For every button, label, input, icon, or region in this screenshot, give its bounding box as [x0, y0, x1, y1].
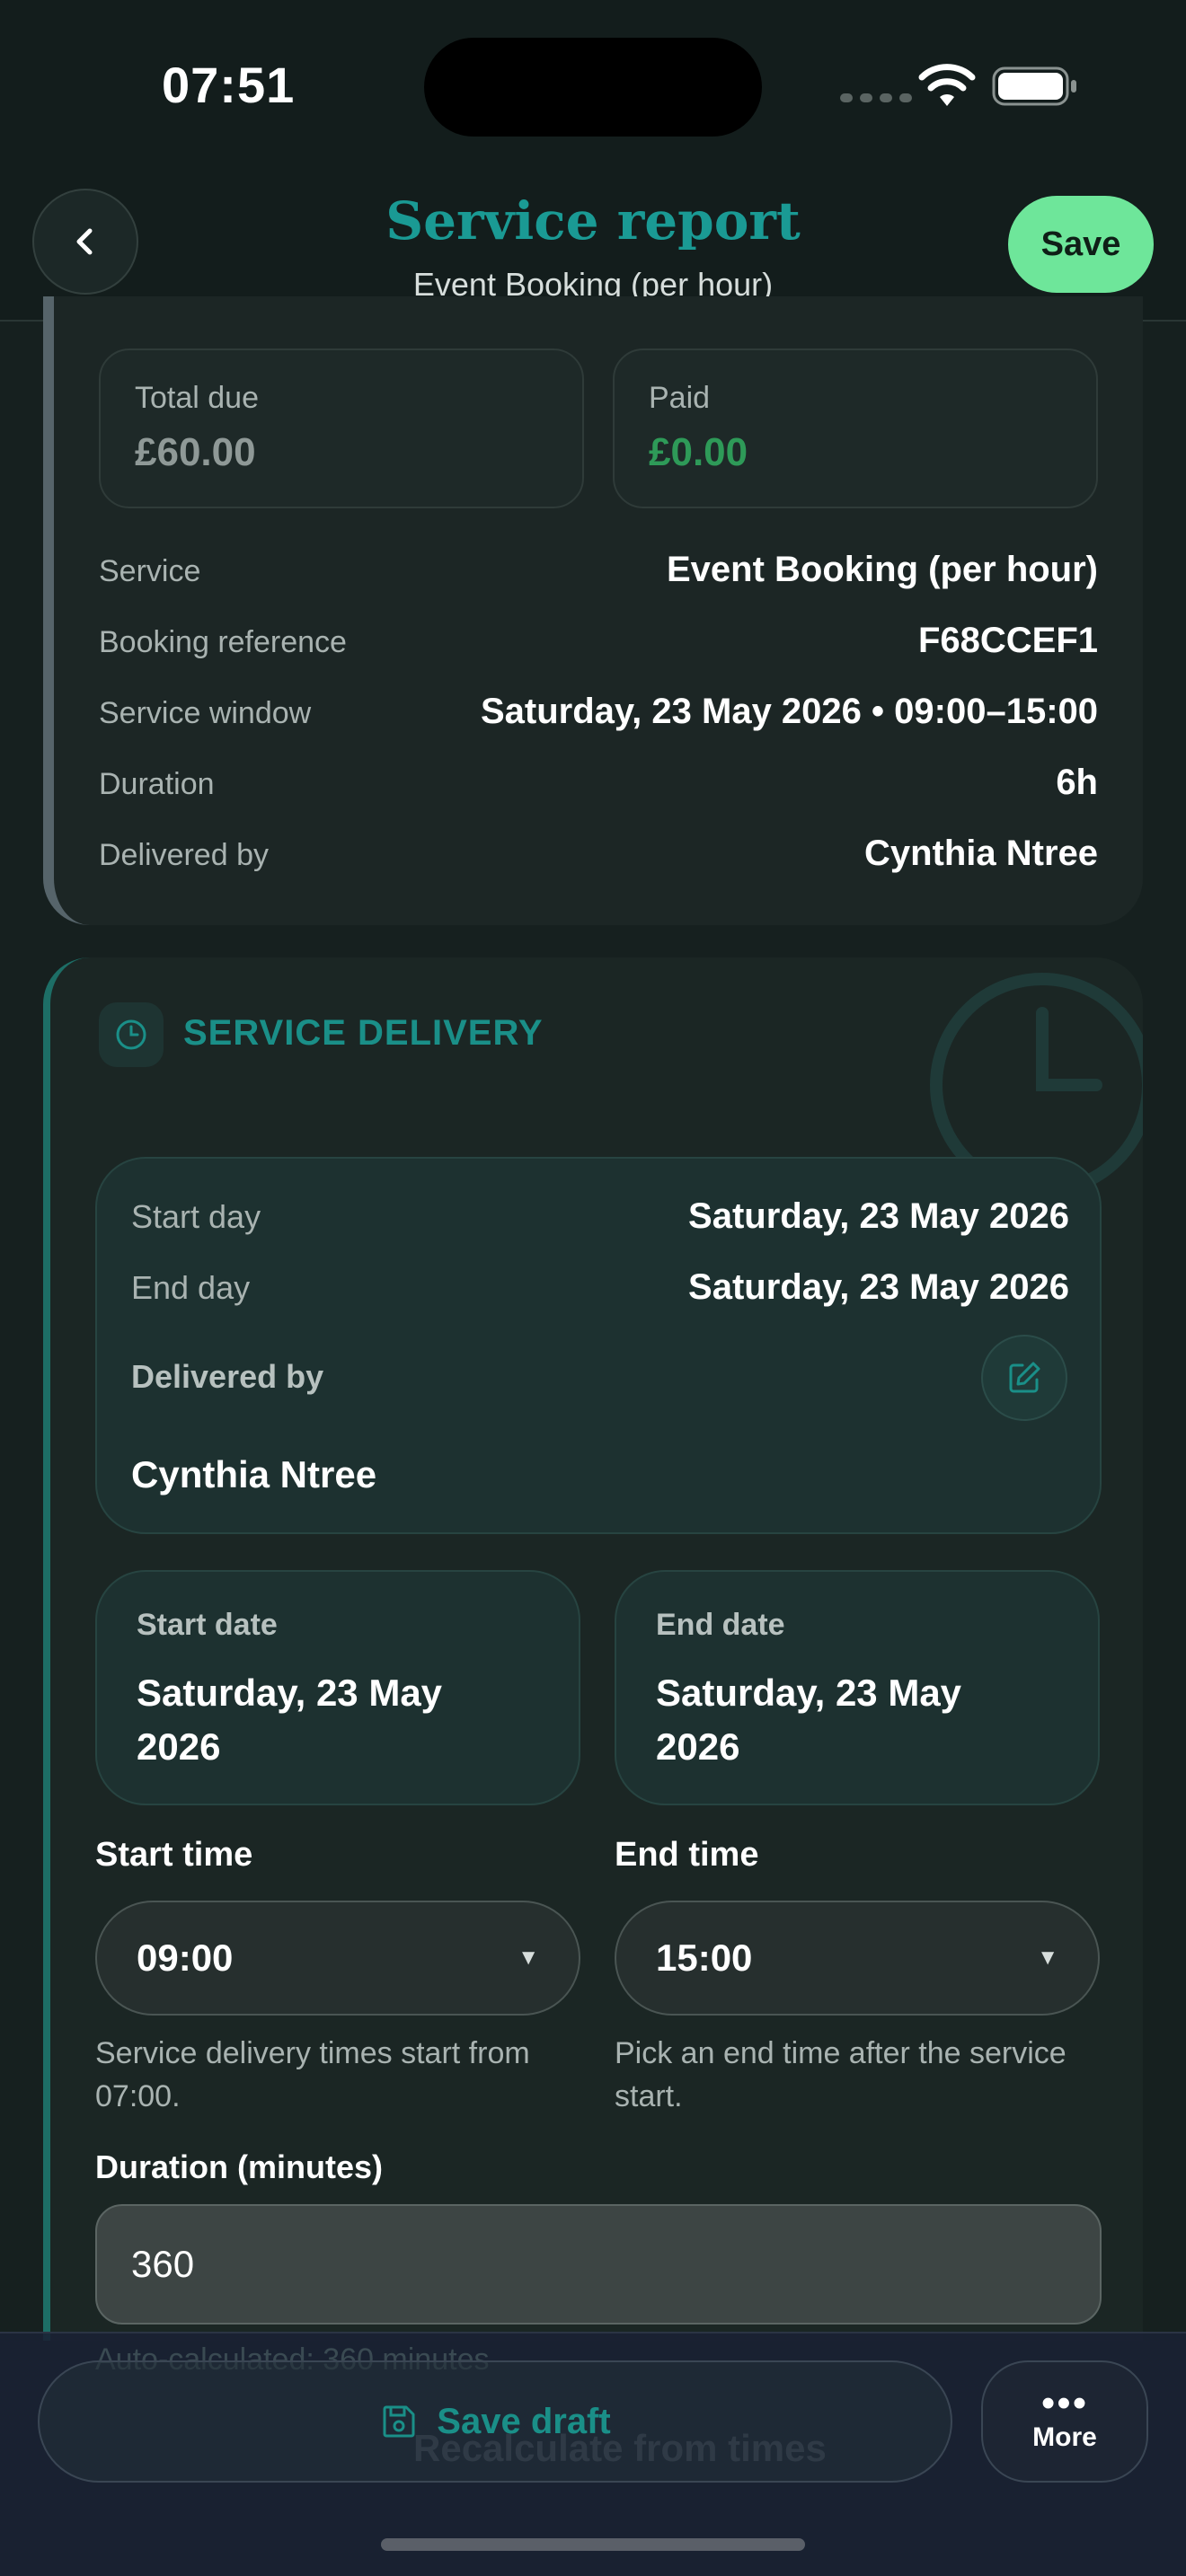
summary-row-service: Service Event Booking (per hour) [99, 550, 1098, 590]
summary-value: F68CCEF1 [917, 621, 1098, 660]
paid-label: Paid [649, 381, 711, 415]
end-date-value: Saturday, 23 May 2026 [656, 1672, 962, 1768]
total-due-card: Total due £60.00 [99, 348, 584, 508]
section-title: SERVICE DELIVERY [183, 1013, 544, 1053]
dropdown-arrow-icon: ▼ [1037, 1945, 1058, 1970]
more-button[interactable]: ••• More [981, 2360, 1148, 2483]
save-button[interactable]: Save [1008, 196, 1154, 293]
end-day-label: End day [131, 1269, 251, 1306]
end-date-card[interactable]: End date Saturday, 23 May 2026 [615, 1570, 1100, 1805]
start-time-select[interactable]: 09:00 ▼ [95, 1901, 580, 2016]
recalculate-from-times-button[interactable]: Recalculate from times [413, 2427, 827, 2470]
end-day-value: Saturday, 23 May 2026 [688, 1267, 1069, 1307]
end-day-row: End day Saturday, 23 May 2026 [131, 1267, 1069, 1308]
status-bar: 07:51 [0, 0, 1186, 180]
summary-label: Duration [99, 767, 215, 801]
summary-row-service-window: Service window Saturday, 23 May 2026 • 0… [99, 692, 1098, 732]
summary-value: Saturday, 23 May 2026 • 09:00–15:00 [480, 692, 1098, 731]
edit-delivered-by-button[interactable] [981, 1335, 1067, 1421]
duration-input[interactable]: 360 [95, 2204, 1102, 2325]
start-time-helper: Service delivery times start from 07:00. [95, 2036, 530, 2113]
paid-card: Paid £0.00 [613, 348, 1098, 508]
dynamic-island [424, 38, 762, 137]
start-day-label: Start day [131, 1198, 261, 1235]
summary-value: Event Booking (per hour) [667, 550, 1098, 589]
cellular-signal-icon [840, 93, 912, 102]
delivered-by-value: Cynthia Ntree [131, 1453, 377, 1495]
battery-icon [992, 66, 1076, 106]
delivered-by-label: Delivered by [131, 1358, 324, 1395]
summary-row-booking-reference: Booking reference F68CCEF1 [99, 621, 1098, 661]
start-date-value: Saturday, 23 May 2026 [137, 1672, 443, 1768]
summary-row-duration: Duration 6h [99, 763, 1098, 803]
start-day-row: Start day Saturday, 23 May 2026 [131, 1196, 1069, 1237]
summary-label: Delivered by [99, 838, 269, 872]
summary-row-delivered-by: Delivered by Cynthia Ntree [99, 834, 1098, 874]
end-time-select[interactable]: 15:00 ▼ [615, 1901, 1100, 2016]
more-dots-icon: ••• [1040, 2381, 1089, 2425]
end-time-label: End time [615, 1836, 759, 1874]
home-indicator [381, 2538, 805, 2551]
wifi-icon [918, 64, 976, 106]
start-date-card[interactable]: Start date Saturday, 23 May 2026 [95, 1570, 580, 1805]
edit-icon [1009, 1362, 1040, 1393]
summary-value: 6h [1056, 763, 1098, 802]
start-day-value: Saturday, 23 May 2026 [688, 1196, 1069, 1236]
paid-value: £0.00 [649, 430, 748, 474]
end-time-value: 15:00 [656, 1936, 753, 1979]
start-time-label: Start time [95, 1836, 253, 1874]
total-due-value: £60.00 [135, 430, 256, 474]
dropdown-arrow-icon: ▼ [518, 1945, 539, 1970]
summary-label: Service window [99, 696, 312, 730]
total-due-label: Total due [135, 381, 259, 415]
start-date-label: Start date [137, 1608, 278, 1642]
service-delivery-card: SERVICE DELIVERY Start day Saturday, 23 … [43, 957, 1143, 2341]
booking-summary-card: Total due £60.00 Paid £0.00 Service Even… [43, 296, 1143, 925]
summary-label: Service [99, 554, 201, 588]
status-time: 07:51 [162, 57, 296, 113]
clock-icon [99, 1002, 164, 1067]
duration-label: Duration (minutes) [95, 2148, 383, 2185]
end-time-helper: Pick an end time after the service start… [615, 2036, 1067, 2113]
summary-value: Cynthia Ntree [863, 834, 1098, 873]
summary-label: Booking reference [99, 625, 347, 659]
more-label: More [1032, 2422, 1097, 2452]
end-date-label: End date [656, 1608, 785, 1642]
start-time-value: 09:00 [137, 1936, 234, 1979]
delivery-info-box: Start day Saturday, 23 May 2026 End day … [95, 1157, 1102, 1534]
